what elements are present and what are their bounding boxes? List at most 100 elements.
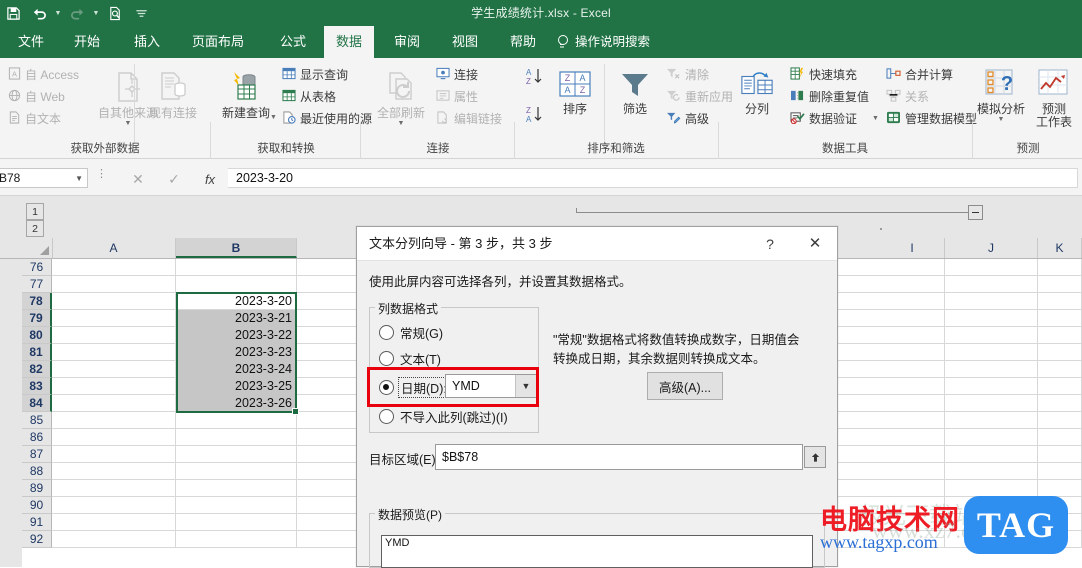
row-header[interactable]: 79 [22,310,52,327]
cell-k[interactable] [1038,276,1082,293]
cell-i[interactable] [880,412,945,429]
cell-b[interactable] [176,463,297,480]
tab-page-layout[interactable]: 页面布局 [180,26,256,58]
cell-b[interactable] [176,480,297,497]
cell-b[interactable]: 2023-3-21 [176,310,297,327]
properties-button[interactable]: 属性 [436,88,478,105]
row-header[interactable]: 84 [22,395,52,412]
cell-j[interactable] [945,446,1038,463]
cancel-entry-button[interactable]: ✕ [126,170,150,188]
data-validation-chevron-icon[interactable]: ▼ [872,115,879,122]
cell-a[interactable] [52,514,176,531]
tab-formulas[interactable]: 公式 [268,26,318,58]
cell-i[interactable] [880,378,945,395]
column-header-i[interactable]: I [880,238,945,258]
outline-level-2-button[interactable]: 2 [26,220,44,237]
insert-function-button[interactable]: fx [198,170,222,188]
cell-j[interactable] [945,293,1038,310]
connections-button[interactable]: 连接 [436,66,478,83]
sort-ascending-button[interactable]: AZ [524,66,546,91]
cell-b[interactable] [176,429,297,446]
flash-fill-button[interactable]: 快速填充 [790,66,857,83]
row-header[interactable]: 87 [22,446,52,463]
from-table-button[interactable]: 从表格 [282,88,336,105]
select-all-button[interactable] [22,238,53,259]
cell-a[interactable] [52,463,176,480]
date-format-chevron-icon[interactable]: ▼ [515,375,536,397]
clear-filter-button[interactable]: 清除 [666,66,709,83]
row-header[interactable]: 77 [22,276,52,293]
row-header[interactable]: 80 [22,327,52,344]
name-box[interactable]: B78 ▼ [0,168,88,188]
cell-b[interactable] [176,531,297,548]
from-access-button[interactable]: A 自 Access [8,66,79,83]
outline-collapse-button[interactable] [968,205,983,220]
row-header[interactable]: 88 [22,463,52,480]
tab-view[interactable]: 视图 [440,26,490,58]
row-header[interactable]: 78 [22,293,52,310]
row-header[interactable]: 85 [22,412,52,429]
chevron-down-icon[interactable]: ▼ [125,120,132,127]
fill-handle[interactable] [292,408,299,415]
tab-data[interactable]: 数据 [324,26,375,58]
cell-j[interactable] [945,259,1038,276]
destination-input[interactable]: $B$78 [435,444,803,470]
tab-file[interactable]: 文件 [6,26,56,58]
cell-a[interactable] [52,259,176,276]
format-option-skip[interactable]: 不导入此列(跳过)(I) [379,407,508,426]
cell-a[interactable] [52,497,176,514]
relationships-button[interactable]: 关系 [886,88,929,105]
row-header[interactable]: 90 [22,497,52,514]
column-header-k[interactable]: K [1038,238,1082,258]
cell-i[interactable] [880,259,945,276]
cell-i[interactable] [880,276,945,293]
cell-b[interactable] [176,514,297,531]
sort-descending-button[interactable]: ZA [524,104,546,129]
cell-i[interactable] [880,480,945,497]
cell-b[interactable] [176,412,297,429]
cell-j[interactable] [945,429,1038,446]
text-to-columns-button[interactable]: 分列 [730,70,784,116]
cell-b[interactable]: 2023-3-25 [176,378,297,395]
cell-k[interactable] [1038,446,1082,463]
cell-i[interactable] [880,310,945,327]
cell-b[interactable]: 2023-3-22 [176,327,297,344]
tab-insert[interactable]: 插入 [122,26,172,58]
cell-j[interactable] [945,412,1038,429]
redo-dropdown-icon[interactable]: ▼ [90,0,102,26]
row-header[interactable]: 81 [22,344,52,361]
cell-i[interactable] [880,361,945,378]
cell-k[interactable] [1038,378,1082,395]
cell-a[interactable] [52,310,176,327]
cell-a[interactable] [52,429,176,446]
format-option-general[interactable]: 常规(G) [379,323,443,342]
save-icon[interactable] [0,0,26,26]
from-web-button[interactable]: 自 Web [8,88,65,105]
cell-a[interactable] [52,344,176,361]
row-header[interactable]: 92 [22,531,52,548]
cell-a[interactable] [52,395,176,412]
cell-i[interactable] [880,446,945,463]
cell-b[interactable] [176,276,297,293]
cell-a[interactable] [52,361,176,378]
cell-j[interactable] [945,276,1038,293]
cell-a[interactable] [52,412,176,429]
cell-i[interactable] [880,463,945,480]
cell-j[interactable] [945,361,1038,378]
filter-button[interactable]: 筛选 [610,70,660,116]
name-box-chevron-icon[interactable]: ▼ [75,174,83,183]
cell-b[interactable]: 2023-3-24 [176,361,297,378]
cell-a[interactable] [52,293,176,310]
data-validation-button[interactable]: 数据验证 [790,110,857,127]
row-header[interactable]: 86 [22,429,52,446]
cell-a[interactable] [52,531,176,548]
column-header-a[interactable]: A [52,238,176,258]
confirm-entry-button[interactable]: ✓ [162,170,186,188]
cell-j[interactable] [945,395,1038,412]
radio-text[interactable] [379,351,394,366]
cell-a[interactable] [52,378,176,395]
data-preview-grid[interactable]: YMD [381,535,813,568]
cell-k[interactable] [1038,395,1082,412]
refresh-all-chevron-icon[interactable]: ▼ [398,120,405,127]
format-option-date[interactable]: 日期(D): [379,377,450,398]
